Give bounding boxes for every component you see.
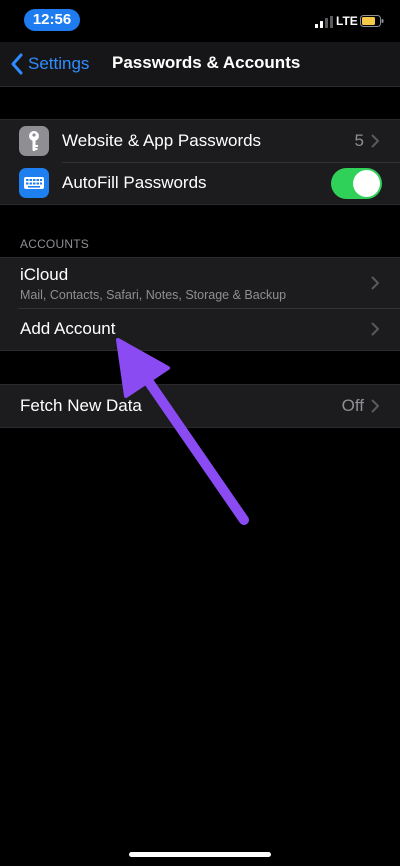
chevron-right-icon — [371, 276, 379, 290]
add-account-row[interactable]: Add Account — [0, 308, 400, 350]
page-title: Passwords & Accounts — [112, 53, 301, 72]
fetch-new-data-row[interactable]: Fetch New Data Off — [0, 385, 400, 427]
keyboard-icon — [19, 168, 49, 198]
network-type: LTE — [336, 14, 358, 28]
autofill-passwords-row: AutoFill Passwords — [0, 162, 400, 204]
icloud-row[interactable]: iCloud Mail, Contacts, Safari, Notes, St… — [0, 258, 400, 308]
add-account-label: Add Account — [20, 319, 116, 338]
navigation-bar: Settings Passwords & Accounts — [0, 42, 400, 87]
website-app-passwords-row[interactable]: Website & App Passwords 5 — [0, 120, 400, 162]
passwords-group: Website & App Passwords 5 AutoFill Passw… — [0, 119, 400, 205]
passwords-count: 5 — [354, 131, 364, 150]
icloud-label: iCloud — [20, 265, 69, 284]
chevron-right-icon — [371, 322, 379, 336]
autofill-toggle[interactable] — [331, 168, 382, 199]
fetch-group: Fetch New Data Off — [0, 384, 400, 428]
home-indicator[interactable] — [129, 852, 271, 857]
toggle-knob — [353, 170, 380, 197]
fetch-new-data-label: Fetch New Data — [20, 396, 142, 415]
chevron-right-icon — [371, 399, 379, 413]
autofill-passwords-label: AutoFill Passwords — [62, 173, 207, 192]
chevron-left-icon — [11, 53, 23, 75]
cellular-signal-icon — [315, 16, 333, 28]
settings-screen: 12:56 LTE Settings Passwords & Accounts — [0, 0, 400, 866]
accounts-section-header: ACCOUNTS — [20, 237, 89, 251]
chevron-right-icon — [371, 134, 379, 148]
key-icon — [19, 126, 49, 156]
status-bar: 12:56 LTE — [0, 0, 400, 40]
fetch-new-data-value: Off — [341, 396, 364, 415]
accounts-group: iCloud Mail, Contacts, Safari, Notes, St… — [0, 257, 400, 351]
back-button-label: Settings — [28, 54, 90, 73]
website-app-passwords-label: Website & App Passwords — [62, 131, 262, 150]
icloud-subtitle: Mail, Contacts, Safari, Notes, Storage &… — [20, 288, 287, 302]
status-time: 12:56 — [24, 9, 80, 31]
battery-icon — [360, 15, 384, 27]
back-button[interactable]: Settings — [10, 51, 89, 77]
